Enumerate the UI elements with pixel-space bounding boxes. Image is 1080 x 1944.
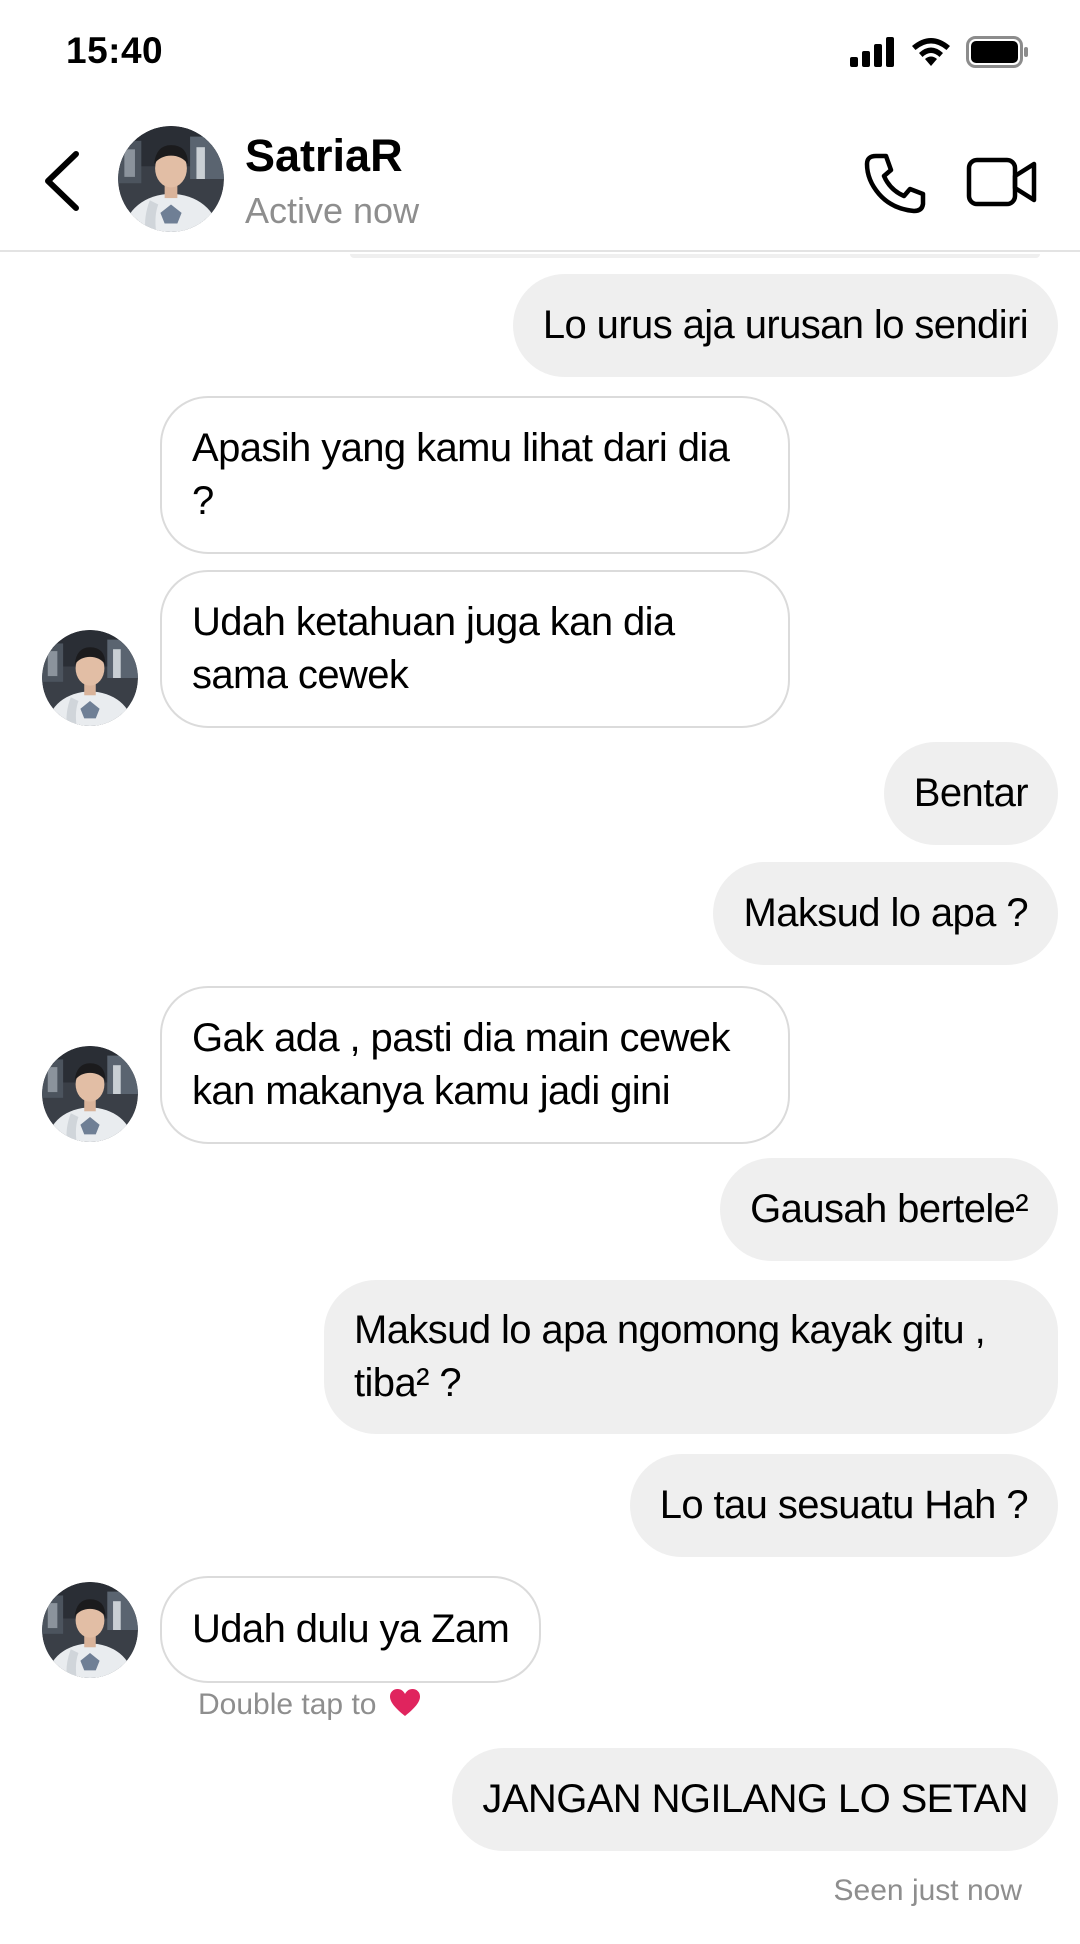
double-tap-hint: Double tap to xyxy=(198,1688,421,1722)
message-outgoing[interactable]: Gausah bertele² xyxy=(720,1158,1058,1261)
message-incoming[interactable]: Udah ketahuan juga kan dia sama cewek xyxy=(160,570,790,728)
voice-call-button[interactable] xyxy=(862,150,928,216)
heart-icon xyxy=(389,1689,420,1716)
chevron-left-icon xyxy=(45,151,79,211)
message-incoming[interactable]: Gak ada , pasti dia main cewek kan makan… xyxy=(160,986,790,1144)
message-text: Bentar xyxy=(913,771,1029,815)
message-text: JANGAN NGILANG LO SETAN xyxy=(482,1777,1028,1821)
message-outgoing[interactable]: Maksud lo apa ? xyxy=(713,862,1058,965)
phone-icon xyxy=(864,153,926,214)
message-incoming[interactable]: Apasih yang kamu lihat dari dia ? xyxy=(160,396,790,554)
chat-header: SatriaR Active now xyxy=(0,110,1080,252)
video-call-button[interactable] xyxy=(966,154,1038,210)
message-text: Gak ada , pasti dia main cewek kan makan… xyxy=(192,1016,730,1113)
seen-receipt: Seen just now xyxy=(833,1874,1022,1907)
message-outgoing[interactable]: JANGAN NGILANG LO SETAN xyxy=(452,1748,1058,1851)
message-text: Gausah bertele² xyxy=(750,1187,1028,1231)
message-text: Udah ketahuan juga kan dia sama cewek xyxy=(192,600,675,697)
video-camera-icon xyxy=(966,157,1037,207)
message-outgoing[interactable]: Lo urus aja urusan lo sendiri xyxy=(512,274,1058,377)
sender-avatar[interactable] xyxy=(42,630,138,726)
message-thread[interactable]: Lo urus aja urusan lo sendiri Apasih yan… xyxy=(0,254,1080,1944)
cellular-signal-icon xyxy=(850,37,894,67)
message-incoming[interactable]: Udah dulu ya Zam xyxy=(160,1576,542,1683)
status-time: 15:40 xyxy=(66,30,164,71)
contact-name[interactable]: SatriaR xyxy=(245,130,403,182)
message-text: Lo urus aja urusan lo sendiri xyxy=(542,303,1029,347)
message-text: Maksud lo apa ? xyxy=(743,891,1028,935)
contact-avatar[interactable] xyxy=(118,126,224,232)
sender-avatar[interactable] xyxy=(42,1046,138,1142)
contact-status: Active now xyxy=(245,190,420,231)
status-icons xyxy=(850,36,1030,68)
hint-text: Double tap to xyxy=(198,1688,377,1721)
message-text: Maksud lo apa ngomong kayak gitu , tiba²… xyxy=(354,1308,986,1405)
message-text: Apasih yang kamu lihat dari dia ? xyxy=(192,426,730,523)
status-bar: 15:40 xyxy=(0,0,1080,110)
message-outgoing[interactable]: Lo tau sesuatu Hah ? xyxy=(629,1454,1058,1557)
message-outgoing[interactable]: Bentar xyxy=(883,742,1058,845)
message-text: Lo tau sesuatu Hah ? xyxy=(659,1483,1029,1527)
battery-icon xyxy=(966,36,1028,68)
previous-message-edge xyxy=(350,254,1040,258)
message-outgoing[interactable]: Maksud lo apa ngomong kayak gitu , tiba²… xyxy=(324,1280,1058,1434)
message-text: Udah dulu ya Zam xyxy=(192,1607,510,1651)
back-button[interactable] xyxy=(38,146,88,216)
wifi-icon xyxy=(912,38,950,66)
sender-avatar[interactable] xyxy=(42,1582,138,1678)
